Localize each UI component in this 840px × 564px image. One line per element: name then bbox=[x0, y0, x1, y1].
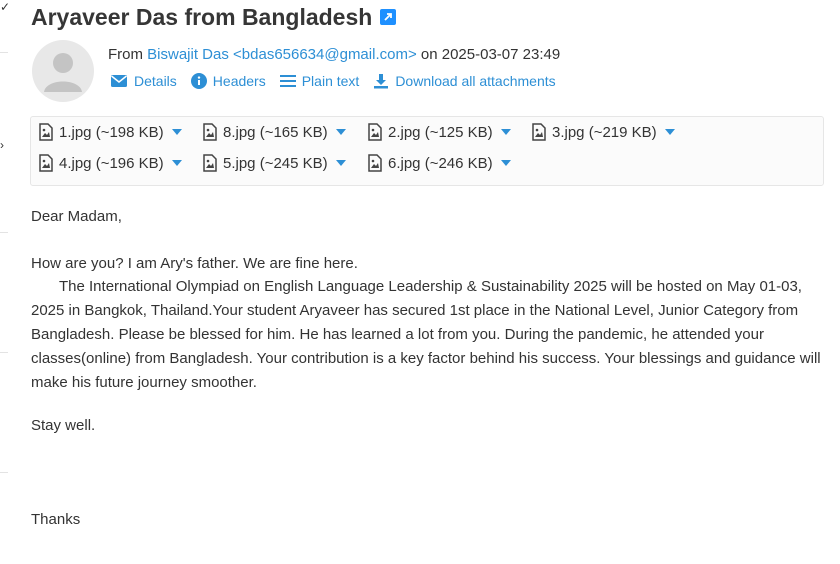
image-file-icon bbox=[368, 154, 382, 172]
body-signoff: Thanks bbox=[31, 511, 81, 528]
attachment-size: (~165 KB) bbox=[259, 123, 328, 141]
headers-button[interactable]: Headers bbox=[190, 73, 266, 89]
caret-down-icon[interactable] bbox=[664, 129, 675, 135]
attachments-panel: 1.jpg (~198 KB) 8.jpg (~165 KB) 2.jpg (~… bbox=[30, 116, 824, 186]
caret-down-icon[interactable] bbox=[171, 160, 182, 166]
edge-glyph: › bbox=[0, 138, 4, 152]
attachment-item[interactable]: 3.jpg (~219 KB) bbox=[532, 123, 675, 141]
attachment-size: (~198 KB) bbox=[95, 123, 164, 141]
envelope-icon bbox=[111, 75, 127, 87]
attachment-name: 3.jpg bbox=[552, 123, 585, 141]
from-line: From Biswajit Das <bdas656634@gmail.com>… bbox=[108, 46, 560, 63]
headers-label: Headers bbox=[212, 73, 266, 89]
image-file-icon bbox=[203, 154, 217, 172]
date-prefix: on bbox=[420, 46, 438, 63]
edge-glyph: ✓ bbox=[0, 0, 11, 14]
attachment-size: (~196 KB) bbox=[95, 154, 164, 172]
attachment-item[interactable]: 6.jpg (~246 KB) bbox=[368, 154, 511, 172]
left-panel-edge: ✓ › bbox=[0, 0, 12, 564]
email-subject: Aryaveer Das from Bangladesh bbox=[31, 4, 397, 31]
attachment-item[interactable]: 4.jpg (~196 KB) bbox=[39, 154, 182, 172]
attachment-name: 4.jpg bbox=[59, 154, 92, 172]
attachment-size: (~219 KB) bbox=[588, 123, 657, 141]
body-paragraph: The International Olympiad on English La… bbox=[31, 278, 821, 391]
attachment-size: (~245 KB) bbox=[259, 154, 328, 172]
download-all-button[interactable]: Download all attachments bbox=[373, 73, 556, 89]
attachment-size: (~246 KB) bbox=[424, 154, 493, 172]
list-icon bbox=[279, 75, 296, 87]
attachment-name: 5.jpg bbox=[223, 154, 256, 172]
image-file-icon bbox=[203, 123, 217, 141]
info-icon bbox=[190, 73, 207, 89]
external-link-icon[interactable] bbox=[380, 8, 397, 25]
download-icon bbox=[374, 74, 389, 89]
attachment-item[interactable]: 8.jpg (~165 KB) bbox=[203, 123, 346, 141]
image-file-icon bbox=[532, 123, 546, 141]
user-avatar-icon bbox=[32, 40, 94, 102]
body-line: How are you? I am Ary's father. We are f… bbox=[31, 255, 358, 272]
caret-down-icon[interactable] bbox=[500, 160, 511, 166]
edge-divider bbox=[0, 352, 8, 353]
body-closing: Stay well. bbox=[31, 417, 96, 434]
attachment-name: 6.jpg bbox=[388, 154, 421, 172]
details-button[interactable]: Details bbox=[110, 73, 177, 89]
subject-text: Aryaveer Das from Bangladesh bbox=[31, 4, 373, 30]
attachment-name: 1.jpg bbox=[59, 123, 92, 141]
caret-down-icon[interactable] bbox=[500, 129, 511, 135]
attachment-name: 2.jpg bbox=[388, 123, 421, 141]
attachment-item[interactable]: 2.jpg (~125 KB) bbox=[368, 123, 511, 141]
from-label: From bbox=[108, 46, 143, 63]
attachment-name: 8.jpg bbox=[223, 123, 256, 141]
sender-name[interactable]: Biswajit Das bbox=[147, 46, 229, 63]
image-file-icon bbox=[39, 123, 53, 141]
attachment-item[interactable]: 1.jpg (~198 KB) bbox=[39, 123, 182, 141]
edge-divider bbox=[0, 232, 8, 233]
download-all-label: Download all attachments bbox=[395, 73, 556, 89]
image-file-icon bbox=[368, 123, 382, 141]
attachment-item[interactable]: 5.jpg (~245 KB) bbox=[203, 154, 346, 172]
message-actions: Details Headers Plain text Download all … bbox=[110, 73, 570, 89]
sender-email[interactable]: <bdas656634@gmail.com> bbox=[233, 46, 417, 63]
plain-text-button[interactable]: Plain text bbox=[279, 73, 360, 89]
plain-text-label: Plain text bbox=[301, 73, 360, 89]
email-date: 2025-03-07 23:49 bbox=[441, 46, 561, 63]
body-greeting: Dear Madam, bbox=[31, 208, 122, 225]
edge-divider bbox=[0, 52, 8, 53]
edge-divider bbox=[0, 472, 8, 473]
caret-down-icon[interactable] bbox=[335, 129, 346, 135]
caret-down-icon[interactable] bbox=[171, 129, 182, 135]
details-label: Details bbox=[134, 73, 177, 89]
attachment-size: (~125 KB) bbox=[424, 123, 493, 141]
image-file-icon bbox=[39, 154, 53, 172]
caret-down-icon[interactable] bbox=[335, 160, 346, 166]
